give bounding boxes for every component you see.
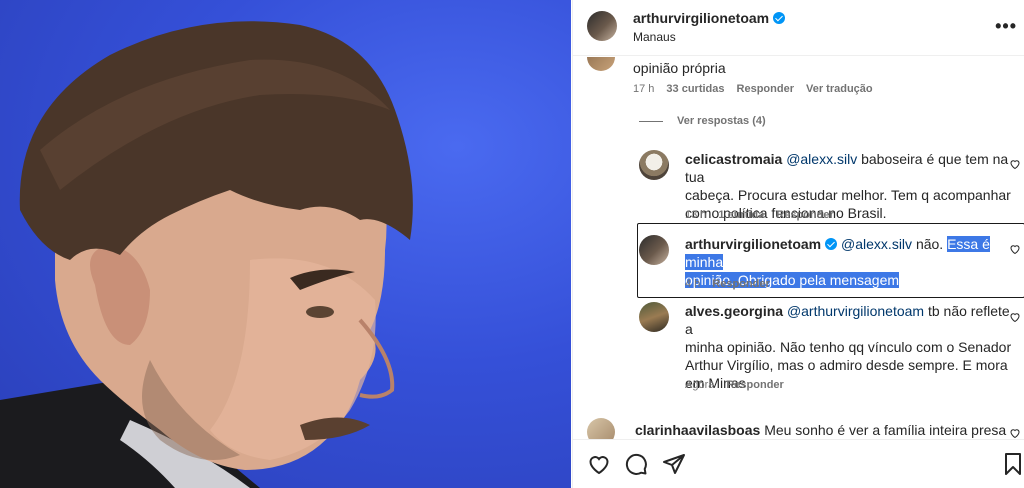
comments-list[interactable]: opinião própria 17 h 33 curtidas Respond… [573,57,1024,439]
comment-body: Meu sonho é ver a família inteira presa [764,422,1007,438]
more-options-icon[interactable]: ••• [995,16,1017,37]
reply-meta: Agora Responder [685,379,784,391]
reply-meta: 4 h Responder [685,278,770,290]
reply-line: minha opinião. Não tenho qq vínculo com … [685,339,1012,355]
verified-badge-icon [773,12,786,24]
reply-username[interactable]: celicastromaia [685,151,782,167]
reply-line: cabeça. Procura estudar melhor. Tem q ac… [685,187,1011,203]
like-comment-heart-icon[interactable] [1009,311,1021,323]
reply-username[interactable]: arthurvirgilionetoam [685,236,821,252]
comment-time[interactable]: 17 h [633,83,654,95]
comment-text: clarinhaavilasboas Meu sonho é ver a fam… [635,421,1006,439]
comment-username[interactable]: clarinhaavilasboas [635,422,760,438]
like-comment-heart-icon[interactable] [1009,243,1021,255]
post-header: arthurvirgilionetoam Manaus ••• [573,0,1024,56]
view-replies-button[interactable]: Ver respostas (4) [639,115,766,127]
author-username[interactable]: arthurvirgilionetoam [633,10,769,26]
reply-line: não. [915,236,944,252]
reply-username[interactable]: alves.georgina [685,303,783,319]
reply-button[interactable]: Responder [712,278,769,290]
post-panel: arthurvirgilionetoam Manaus ••• opinião … [572,0,1024,488]
comment-avatar[interactable] [587,57,615,71]
reply-avatar[interactable] [639,235,669,265]
verified-badge-icon [825,238,838,250]
post-photo[interactable] [0,0,571,488]
reply-button[interactable]: Responder [737,83,794,95]
reply-likes[interactable]: 1 curtida [718,209,764,221]
post-actions-bar [573,439,1024,488]
reply-time[interactable]: 13 h [685,209,706,221]
send-icon[interactable] [662,452,686,476]
author-username-row[interactable]: arthurvirgilionetoam [633,10,786,26]
portrait-illustration [0,21,413,488]
reply-avatar[interactable] [639,302,669,332]
reply-time[interactable]: Agora [685,379,714,391]
reply-mention[interactable]: @alexx.silv [786,151,857,167]
comment-avatar[interactable] [587,418,615,439]
reply-avatar[interactable] [639,150,669,180]
reply-time[interactable]: 4 h [685,278,700,290]
view-replies-label: Ver respostas (4) [677,115,766,127]
post-location[interactable]: Manaus [633,30,676,44]
reply-button[interactable]: Responder [726,379,783,391]
translate-button[interactable]: Ver tradução [806,83,873,95]
like-comment-heart-icon[interactable] [1009,158,1021,170]
like-comment-heart-icon[interactable] [1009,427,1021,439]
reply-button[interactable]: Responder [776,209,833,221]
reply-mention[interactable]: @arthurvirgilionetoam [787,303,924,319]
reply-meta: 13 h 1 curtida Responder [685,209,834,221]
author-avatar[interactable] [587,11,617,41]
bookmark-icon[interactable] [1001,452,1024,476]
divider [639,120,663,122]
comment-likes[interactable]: 33 curtidas [666,83,724,95]
comment-icon[interactable] [624,452,648,476]
reply-line: Arthur Virgílio, mas o admiro desde semp… [685,357,1008,373]
reply-mention[interactable]: @alexx.silv [841,236,912,252]
comment-text: opinião própria [633,60,726,76]
heart-icon[interactable] [587,452,611,476]
comment-meta: 17 h 33 curtidas Responder Ver tradução [633,83,873,95]
